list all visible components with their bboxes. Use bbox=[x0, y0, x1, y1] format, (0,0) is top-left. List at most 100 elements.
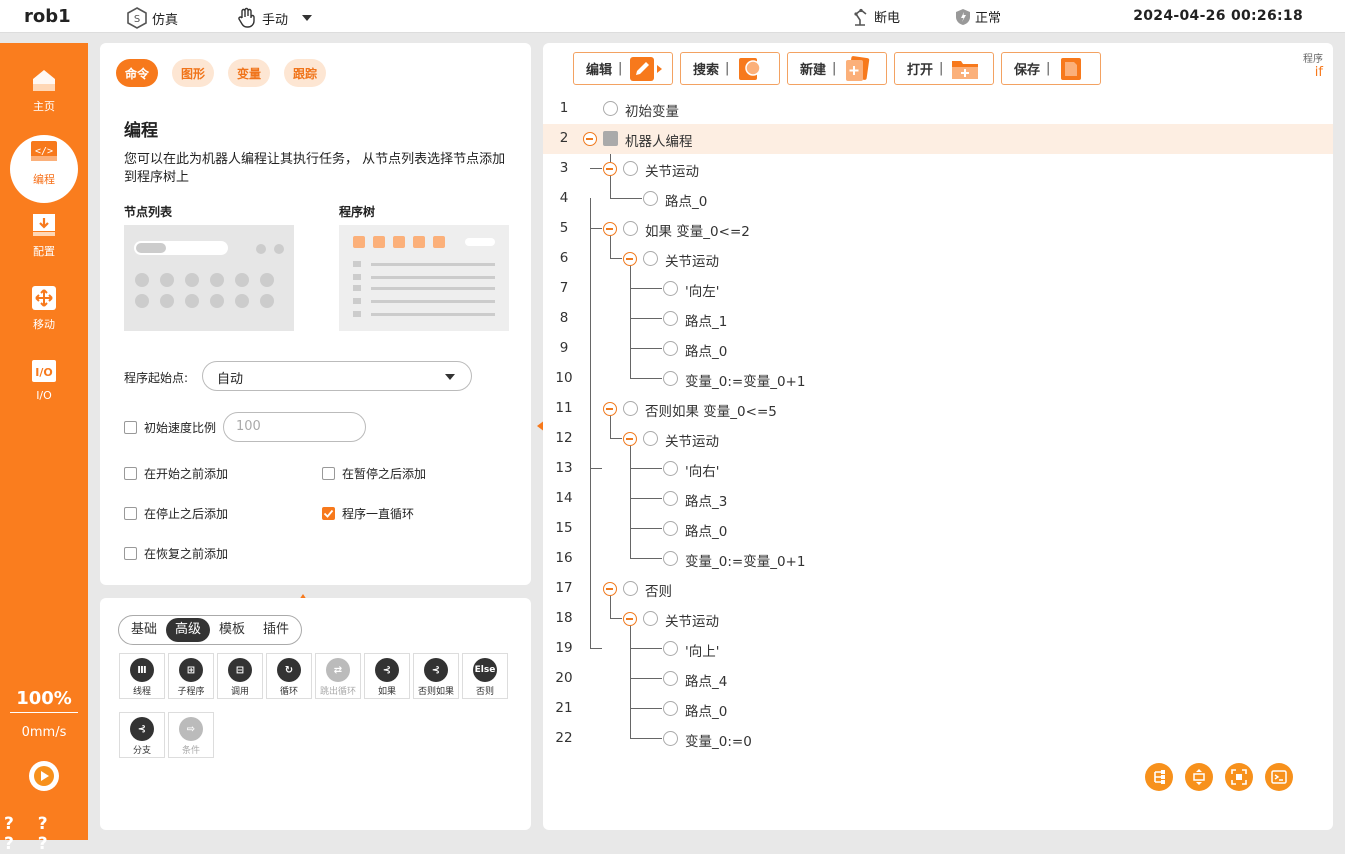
tree-row[interactable]: 10 变量_0:=变量_0+1 bbox=[543, 364, 1333, 394]
tree-row[interactable]: 15 路点_0 bbox=[543, 514, 1333, 544]
new-button[interactable]: 新建 | bbox=[787, 52, 887, 85]
start-point-select[interactable]: 自动 bbox=[202, 361, 472, 391]
node-condition[interactable]: ⇨ 条件 bbox=[168, 712, 214, 758]
node-call[interactable]: ⊟ 调用 bbox=[217, 653, 263, 699]
node-text: 初始变量 bbox=[625, 104, 679, 120]
sidebar-item-move[interactable]: 移动 bbox=[0, 284, 88, 350]
tree-row[interactable]: 7 '向左' bbox=[543, 274, 1333, 304]
tree-row[interactable]: 6 关节运动 bbox=[543, 244, 1333, 274]
hand-icon bbox=[238, 7, 255, 28]
tree-row[interactable]: 22 变量_0:=0 bbox=[543, 724, 1333, 754]
checkbox-box[interactable] bbox=[124, 507, 137, 520]
tree-row[interactable]: 8 路点_1 bbox=[543, 304, 1333, 334]
joint-move-icon bbox=[643, 251, 658, 266]
edit-label: 编辑 bbox=[586, 63, 613, 78]
init-speed-checkbox[interactable]: 初始速度比例 bbox=[124, 419, 216, 436]
init-speed-input[interactable]: 100 bbox=[223, 412, 366, 442]
node-loop[interactable]: ↻ 循环 bbox=[266, 653, 312, 699]
sidebar-item-home[interactable]: 主页 bbox=[0, 66, 88, 132]
node-switch[interactable]: ⊰ 分支 bbox=[119, 712, 165, 758]
tab-advanced[interactable]: 高级 bbox=[166, 618, 211, 642]
search-button[interactable]: 搜索 | bbox=[680, 52, 780, 85]
tree-row[interactable]: 21 路点_0 bbox=[543, 694, 1333, 724]
node-if[interactable]: ⊰ 如果 bbox=[364, 653, 410, 699]
node-text: 路点_0 bbox=[685, 704, 728, 720]
node-text: '向左' bbox=[685, 284, 720, 300]
tree-row[interactable]: 17 否则 bbox=[543, 574, 1333, 604]
tree-layout-button[interactable] bbox=[1145, 763, 1173, 791]
checkbox-box[interactable] bbox=[124, 547, 137, 560]
tree-row[interactable]: 18 关节运动 bbox=[543, 604, 1333, 634]
safety-status[interactable]: 正常 bbox=[955, 7, 1001, 26]
after-pause-checkbox[interactable]: 在暂停之后添加 bbox=[322, 465, 426, 482]
collapse-toggle-icon[interactable] bbox=[583, 132, 597, 146]
after-stop-checkbox[interactable]: 在停止之后添加 bbox=[124, 505, 228, 522]
collapse-toggle-icon[interactable] bbox=[603, 402, 617, 416]
expand-vertical-button[interactable] bbox=[1185, 763, 1213, 791]
tree-row[interactable]: 16 变量_0:=变量_0+1 bbox=[543, 544, 1333, 574]
collapse-toggle-icon[interactable] bbox=[623, 432, 637, 446]
sidebar-item-config[interactable]: 配置 bbox=[0, 211, 88, 277]
collapse-toggle-icon[interactable] bbox=[603, 582, 617, 596]
comment-icon bbox=[663, 641, 678, 656]
play-button[interactable] bbox=[29, 761, 59, 791]
loop-label: 程序一直循环 bbox=[342, 507, 415, 521]
save-button[interactable]: 保存 | bbox=[1001, 52, 1101, 85]
tab-trace[interactable]: 跟踪 bbox=[284, 59, 327, 87]
node-else-if[interactable]: ⊰ 否则如果 bbox=[413, 653, 459, 699]
tree-row[interactable]: 20 路点_4 bbox=[543, 664, 1333, 694]
tree-row[interactable]: 4 路点_0 bbox=[543, 184, 1333, 214]
node-text: 关节运动 bbox=[645, 164, 699, 180]
mode-label: 手动 bbox=[262, 12, 289, 28]
edit-button[interactable]: 编辑 | bbox=[573, 52, 673, 85]
program-name: 程序 if bbox=[1303, 53, 1323, 79]
tab-graphics[interactable]: 图形 bbox=[172, 59, 215, 87]
tree-row[interactable]: 12 关节运动 bbox=[543, 424, 1333, 454]
tree-row[interactable]: 3 关节运动 bbox=[543, 154, 1333, 184]
tab-template[interactable]: 模板 bbox=[210, 618, 254, 642]
sidebar-item-io[interactable]: I/O I/O bbox=[0, 357, 88, 423]
mode-dropdown[interactable]: 手动 bbox=[236, 7, 314, 29]
checkbox-box[interactable] bbox=[322, 467, 335, 480]
node-text: 否则如果 变量_0<=5 bbox=[645, 404, 777, 420]
tree-row[interactable]: 19 '向上' bbox=[543, 634, 1333, 664]
console-button[interactable] bbox=[1265, 763, 1293, 791]
tab-variables[interactable]: 变量 bbox=[228, 59, 271, 87]
node-subprogram[interactable]: ⊞ 子程序 bbox=[168, 653, 214, 699]
collapse-toggle-icon[interactable] bbox=[603, 222, 617, 236]
before-start-checkbox[interactable]: 在开始之前添加 bbox=[124, 465, 228, 482]
sidebar-item-programming[interactable]: </> 编程 bbox=[0, 135, 88, 205]
checkbox-box[interactable] bbox=[124, 421, 137, 434]
tree-row[interactable]: 5 如果 变量_0<=2 bbox=[543, 214, 1333, 244]
tree-row[interactable]: 13 '向右' bbox=[543, 454, 1333, 484]
collapse-toggle-icon[interactable] bbox=[603, 162, 617, 176]
line-number: 18 bbox=[555, 610, 573, 626]
tree-row[interactable]: 1 初始变量 bbox=[543, 94, 1333, 124]
before-resume-checkbox[interactable]: 在恢复之前添加 bbox=[124, 545, 228, 562]
speed-percent[interactable]: 100% bbox=[0, 688, 88, 709]
checkbox-box-checked[interactable] bbox=[322, 507, 335, 520]
power-status[interactable]: 断电 bbox=[852, 7, 900, 26]
loop-checkbox[interactable]: 程序一直循环 bbox=[322, 505, 414, 522]
tree-row[interactable]: 11 否则如果 变量_0<=5 bbox=[543, 394, 1333, 424]
collapse-toggle-icon[interactable] bbox=[623, 612, 637, 626]
fit-view-button[interactable] bbox=[1225, 763, 1253, 791]
tree-row[interactable]: 2 机器人编程 bbox=[543, 124, 1333, 154]
tab-commands[interactable]: 命令 bbox=[116, 59, 159, 87]
node-text: 路点_0 bbox=[685, 524, 728, 540]
panel-tabs: 命令 图形 变量 跟踪 bbox=[116, 59, 327, 87]
tab-plugin[interactable]: 插件 bbox=[254, 618, 298, 642]
tree-row[interactable]: 9 路点_0 bbox=[543, 334, 1333, 364]
node-break-loop[interactable]: ⇄ 跳出循环 bbox=[315, 653, 361, 699]
tree-row[interactable]: 14 路点_3 bbox=[543, 484, 1333, 514]
tab-basic[interactable]: 基础 bbox=[122, 618, 166, 642]
collapse-toggle-icon[interactable] bbox=[623, 252, 637, 266]
open-button[interactable]: 打开 | bbox=[894, 52, 994, 85]
simulation-toggle[interactable]: S 仿真 bbox=[126, 7, 178, 29]
help-marks[interactable]: ? ? ? ? bbox=[4, 814, 88, 854]
node-thread[interactable]: Ⅲ 线程 bbox=[119, 653, 165, 699]
checkbox-box[interactable] bbox=[124, 467, 137, 480]
shield-icon bbox=[956, 8, 970, 25]
node-else[interactable]: Else 否则 bbox=[462, 653, 508, 699]
status-label: 正常 bbox=[975, 11, 1002, 26]
